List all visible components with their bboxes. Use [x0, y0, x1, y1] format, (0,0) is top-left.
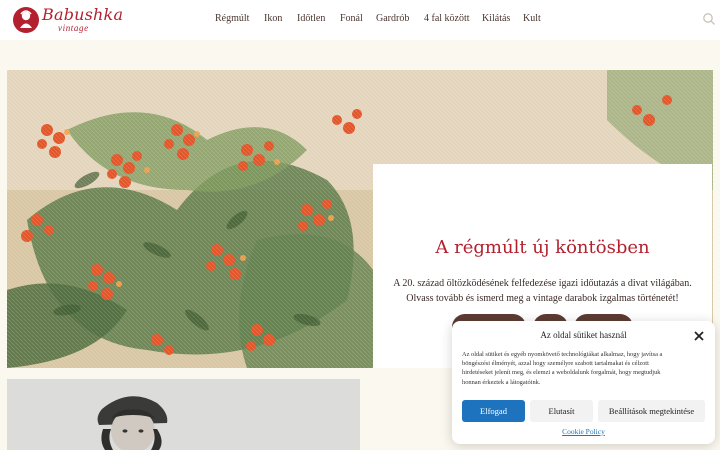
hero-description-line-2: Olvass tovább és ismerd meg a vintage da…	[406, 293, 679, 304]
vintage-portrait-photo[interactable]	[7, 379, 360, 450]
site-header: Babushka vintage Régmúlt Ikon Időtlen Fo…	[0, 0, 720, 40]
close-icon[interactable]	[693, 330, 705, 342]
cookie-text-line: böngészési élményét, azzal hogy személyr…	[462, 360, 649, 368]
cookie-text-line: hirdetéseket jelenít meg, és elemzi a we…	[462, 369, 661, 377]
cookie-policy-link[interactable]: Cookie Policy	[452, 427, 715, 436]
accept-button[interactable]: Elfogad	[462, 400, 525, 422]
cookie-text-line: honnan érkeztek a látogatóink.	[462, 378, 541, 386]
hero-description-line-1: A 20. század öltözködésének felfedezése …	[393, 278, 692, 289]
reject-button[interactable]: Elutasít	[530, 400, 593, 422]
hero-title: A régmúlt új köntösben	[435, 237, 650, 258]
nav-item-ikon[interactable]: Ikon	[264, 13, 282, 24]
nav-item-4-fal-kozott[interactable]: 4 fal között	[424, 13, 470, 24]
nav-item-idotlen[interactable]: Időtlen	[297, 13, 325, 24]
cookie-text: Az oldal sütiket és egyéb nyomkövető tec…	[462, 350, 708, 387]
cookie-text-line: Az oldal sütiket és egyéb nyomkövető tec…	[462, 351, 663, 358]
hero-description: A 20. század öltözködésének felfedezése …	[387, 276, 698, 306]
nav-item-kult[interactable]: Kult	[523, 13, 541, 24]
main-nav: Régmúlt Ikon Időtlen Fonál Gardrób 4 fal…	[0, 13, 720, 29]
nav-item-gardrob[interactable]: Gardrób	[376, 13, 409, 24]
portrait-image	[7, 379, 360, 450]
nav-item-regmult[interactable]: Régmúlt	[215, 13, 249, 24]
cookie-title: Az oldal sütiket használ	[540, 330, 627, 340]
nav-item-kilatas[interactable]: Kilátás	[482, 13, 510, 24]
cookie-consent-dialog: Az oldal sütiket használ Az oldal sütike…	[452, 321, 715, 444]
nav-item-fonal[interactable]: Fonál	[340, 13, 363, 24]
search-icon[interactable]	[702, 12, 716, 26]
view-preferences-button[interactable]: Beállítások megtekintése	[598, 400, 705, 422]
